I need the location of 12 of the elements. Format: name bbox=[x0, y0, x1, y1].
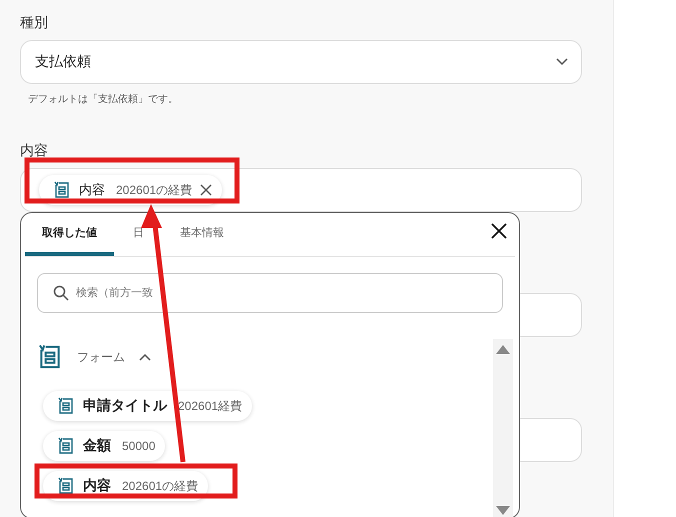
field-label: 内容 bbox=[20, 142, 49, 160]
picker-tab[interactable]: 日 bbox=[116, 213, 161, 256]
picker-tab[interactable]: 取得した値 bbox=[25, 213, 114, 256]
value-chip[interactable]: 金額 50000 bbox=[43, 431, 166, 461]
search-field[interactable]: 検索（前方一致 bbox=[37, 273, 503, 313]
help-text: デフォルトは「支払依頼」です。 bbox=[28, 92, 179, 106]
field-label: 種別 bbox=[20, 14, 49, 32]
value-chip[interactable]: 申請タイトル 202601経費 bbox=[43, 391, 252, 421]
picker-tab[interactable]: 基本情報 bbox=[163, 213, 241, 256]
group-header[interactable]: フォーム bbox=[37, 344, 151, 370]
type-select[interactable]: 支払依頼 bbox=[20, 40, 582, 84]
content-field[interactable]: 内容 202601の経費 bbox=[20, 168, 582, 212]
